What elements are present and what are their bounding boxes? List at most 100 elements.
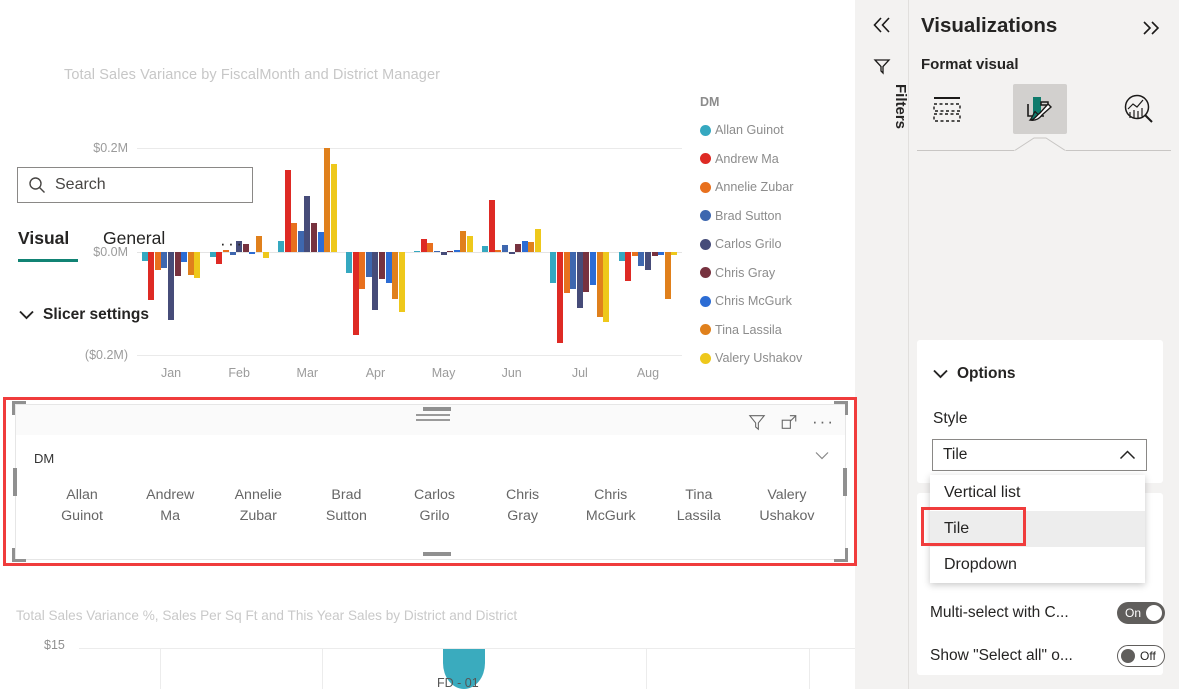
bar[interactable]: [576, 252, 583, 309]
multi-select-toggle[interactable]: On: [1117, 602, 1165, 624]
filters-rail[interactable]: Filters: [855, 0, 909, 689]
bar[interactable]: [427, 242, 434, 252]
bar[interactable]: [557, 252, 563, 343]
bar[interactable]: [625, 252, 632, 281]
legend-item[interactable]: Tina Lassila: [700, 316, 850, 345]
bar[interactable]: [638, 252, 645, 266]
bar[interactable]: [398, 252, 405, 312]
bar[interactable]: [658, 252, 665, 256]
resize-handle-bottom[interactable]: [423, 552, 451, 556]
bar[interactable]: [291, 223, 298, 252]
bar[interactable]: [317, 232, 324, 252]
style-dropdown[interactable]: Tile: [932, 439, 1147, 471]
bar[interactable]: [550, 252, 557, 284]
pane-tabs[interactable]: Visual General ···: [18, 228, 258, 266]
bar[interactable]: [488, 200, 495, 252]
options-header[interactable]: Options: [933, 365, 1016, 383]
bar[interactable]: [365, 252, 372, 277]
legend-item[interactable]: Valery Ushakov: [700, 344, 850, 373]
bar[interactable]: [453, 249, 460, 252]
slicer-toolbar[interactable]: ···: [748, 413, 835, 431]
style-option-tile[interactable]: Tile: [930, 511, 1145, 547]
bar[interactable]: [447, 250, 454, 252]
dm-slicer[interactable]: ··· DM Allan Guinot Andrew Ma Annelie Zubar Br…: [15, 404, 846, 560]
slicer-settings-section-header[interactable]: Slicer settings: [19, 306, 149, 324]
style-dropdown-list[interactable]: Vertical list Tile Dropdown: [930, 475, 1145, 583]
style-option-dropdown[interactable]: Dropdown: [930, 547, 1145, 583]
slicer-tile[interactable]: Brad Sutton: [302, 485, 390, 527]
bar[interactable]: [502, 244, 509, 252]
bar[interactable]: [570, 252, 577, 290]
legend-item[interactable]: Chris Gray: [700, 259, 850, 288]
slicer-tile[interactable]: Annelie Zubar: [214, 485, 302, 527]
bar[interactable]: [535, 228, 542, 252]
bar[interactable]: [460, 231, 467, 252]
bar[interactable]: [277, 240, 284, 252]
analytics-icon[interactable]: [1112, 84, 1166, 134]
resize-handle-left[interactable]: [13, 468, 17, 496]
resize-handle-bottom-left[interactable]: [12, 548, 26, 562]
resize-handle-bottom-right[interactable]: [834, 548, 848, 562]
slicer-tile[interactable]: Tina Lassila: [655, 485, 743, 527]
slicer-tile[interactable]: Carlos Grilo: [390, 485, 478, 527]
bar[interactable]: [583, 252, 590, 292]
bar[interactable]: [664, 252, 671, 299]
bar[interactable]: [482, 245, 489, 252]
chevron-double-right-icon[interactable]: [1141, 20, 1163, 36]
chevron-down-icon[interactable]: [815, 451, 829, 460]
filter-icon[interactable]: [748, 413, 766, 431]
slicer-tile-list[interactable]: Allan Guinot Andrew Ma Annelie Zubar Brad Sutto…: [38, 485, 831, 527]
bar[interactable]: [603, 252, 610, 323]
format-visual-icon[interactable]: [1013, 84, 1067, 134]
bar[interactable]: [359, 252, 366, 290]
bar[interactable]: [563, 252, 570, 293]
slicer-tile[interactable]: Andrew Ma: [126, 485, 214, 527]
build-visual-icon[interactable]: [921, 84, 975, 134]
slicer-tile[interactable]: Allan Guinot: [38, 485, 126, 527]
bar[interactable]: [644, 252, 651, 270]
style-option-vertical-list[interactable]: Vertical list: [930, 475, 1145, 511]
bar[interactable]: [304, 195, 311, 252]
bar[interactable]: [310, 223, 317, 252]
resize-handle-right[interactable]: [843, 468, 847, 496]
bar[interactable]: [346, 252, 353, 273]
tab-visual[interactable]: Visual: [18, 228, 69, 249]
bar[interactable]: [297, 231, 304, 252]
bar[interactable]: [433, 250, 440, 252]
bar[interactable]: [379, 252, 386, 280]
legend-item[interactable]: Carlos Grilo: [700, 230, 850, 259]
tab-more-options-icon[interactable]: ···: [220, 234, 244, 254]
bar[interactable]: [466, 236, 473, 252]
resize-handle-top-right[interactable]: [834, 401, 848, 415]
bar[interactable]: [651, 252, 658, 257]
bar[interactable]: [372, 252, 379, 311]
bar[interactable]: [440, 252, 447, 256]
bar[interactable]: [262, 252, 269, 259]
bar[interactable]: [284, 169, 291, 252]
tab-general[interactable]: General: [103, 228, 165, 249]
pane-icon-row[interactable]: [909, 84, 1179, 140]
bar[interactable]: [392, 252, 399, 299]
resize-handle-top[interactable]: [423, 407, 451, 411]
chevron-double-left-icon[interactable]: [871, 14, 893, 36]
select-all-toggle[interactable]: Off: [1117, 645, 1165, 667]
select-all-setting-row[interactable]: Show "Select all" o... Off: [930, 641, 1165, 671]
focus-mode-icon[interactable]: [780, 413, 798, 431]
bottom-chart-visual[interactable]: Total Sales Variance %, Sales Per Sq Ft …: [0, 596, 855, 689]
bar[interactable]: [528, 241, 535, 252]
visual-drag-grip[interactable]: [416, 414, 450, 424]
legend-item[interactable]: Allan Guinot: [700, 116, 850, 145]
bar[interactable]: [618, 252, 625, 262]
resize-handle-top-left[interactable]: [12, 401, 26, 415]
slicer-tile[interactable]: Chris Gray: [479, 485, 567, 527]
bar[interactable]: [515, 243, 522, 252]
bar[interactable]: [330, 163, 337, 252]
search-input[interactable]: Search: [17, 167, 253, 203]
bar[interactable]: [590, 252, 596, 286]
bar[interactable]: [631, 252, 638, 257]
legend-item[interactable]: Chris McGurk: [700, 287, 850, 316]
filter-icon[interactable]: [872, 56, 892, 76]
bar[interactable]: [414, 250, 421, 252]
bar[interactable]: [324, 148, 331, 252]
bar[interactable]: [596, 252, 603, 317]
